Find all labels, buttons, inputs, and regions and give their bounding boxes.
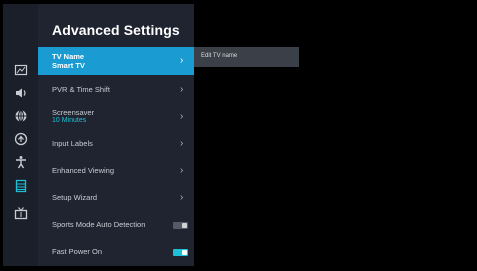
channel-icon[interactable] — [3, 202, 38, 224]
menu-item-label: Input Labels — [52, 139, 93, 148]
chevron-right-icon: › — [180, 137, 184, 149]
system-icon[interactable] — [3, 175, 38, 197]
page-title: Advanced Settings — [52, 22, 180, 38]
menu-item-label: Sports Mode Auto Detection — [52, 220, 146, 229]
chevron-right-icon: › — [180, 55, 184, 66]
edit-tv-name-placeholder: Edit TV name — [201, 53, 238, 59]
advanced-settings-panel: Advanced Settings TV Name Smart TV › PVR… — [38, 4, 194, 266]
tv-settings-screen: Advanced Settings TV Name Smart TV › PVR… — [0, 0, 477, 271]
chevron-right-icon: › — [180, 83, 184, 95]
accessibility-icon[interactable] — [3, 151, 38, 173]
sports-mode-toggle[interactable] — [173, 221, 188, 229]
toggle-knob — [182, 222, 187, 228]
menu-item-label: Screensaver — [52, 108, 95, 117]
menu-item-fast-power-on[interactable]: Fast Power On — [38, 238, 194, 265]
toggle-knob — [182, 249, 187, 255]
menu-item-tv-name[interactable]: TV Name Smart TV › — [38, 47, 194, 75]
menu-item-input-labels[interactable]: Input Labels › — [38, 130, 194, 157]
picture-icon[interactable] — [3, 59, 38, 81]
edit-tv-name-field[interactable]: Edit TV name — [194, 47, 299, 67]
chevron-right-icon: › — [180, 164, 184, 176]
menu-item-enhanced-viewing[interactable]: Enhanced Viewing › — [38, 157, 194, 184]
menu-item-label: Fast Power On — [52, 247, 103, 256]
chevron-right-icon: › — [180, 111, 184, 122]
menu-item-sub: Smart TV — [52, 61, 85, 70]
menu-item-label: TV Name — [52, 52, 85, 61]
menu-item-label: PVR & Time Shift — [52, 85, 110, 94]
menu-item-sports-mode[interactable]: Sports Mode Auto Detection — [38, 211, 194, 238]
settings-category-rail — [3, 4, 38, 266]
menu-item-setup-wizard[interactable]: Setup Wizard › — [38, 184, 194, 211]
menu-item-screensaver[interactable]: Screensaver 10 Minutes › — [38, 102, 194, 132]
network-icon[interactable] — [3, 105, 38, 127]
chevron-right-icon: › — [180, 191, 184, 203]
sound-icon[interactable] — [3, 82, 38, 104]
app-icon[interactable] — [3, 128, 38, 150]
menu-item-sub: 10 Minutes — [52, 117, 87, 124]
menu-item-pvr-time-shift[interactable]: PVR & Time Shift › — [38, 76, 194, 103]
menu-item-label: Setup Wizard — [52, 193, 98, 202]
menu-item-label: Enhanced Viewing — [52, 166, 114, 175]
fast-power-on-toggle[interactable] — [173, 248, 188, 256]
